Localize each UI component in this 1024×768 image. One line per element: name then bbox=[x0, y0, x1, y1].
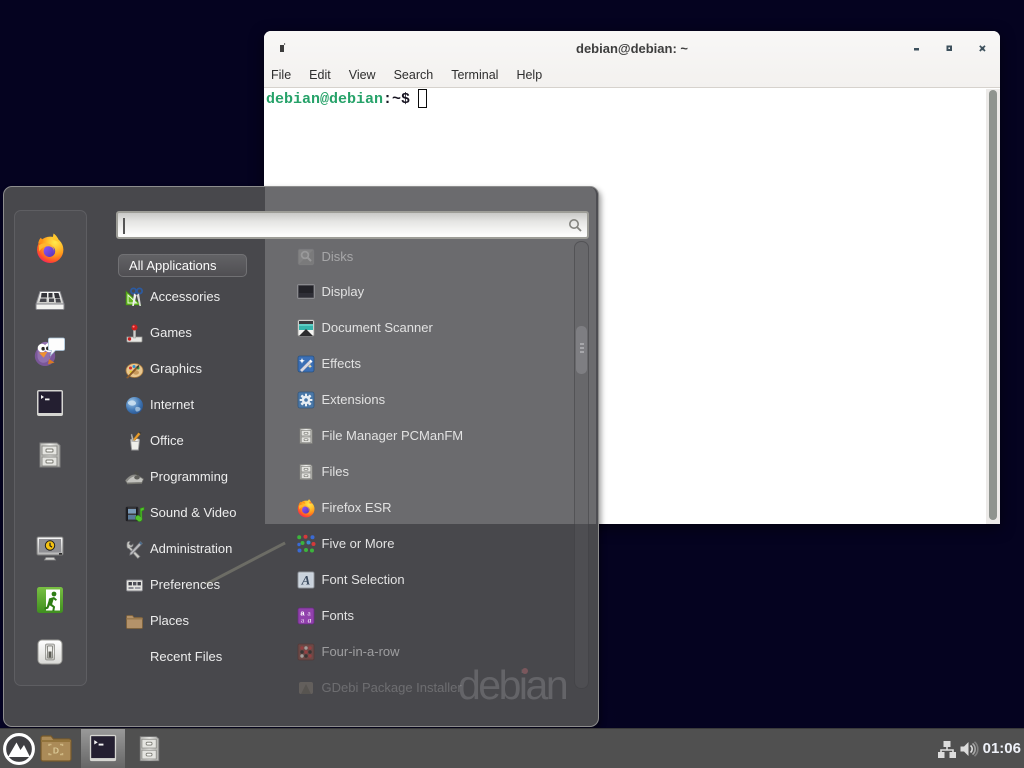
svg-text:A: A bbox=[301, 573, 311, 588]
svg-text:D: D bbox=[53, 746, 59, 756]
svg-text:a: a bbox=[308, 616, 312, 625]
